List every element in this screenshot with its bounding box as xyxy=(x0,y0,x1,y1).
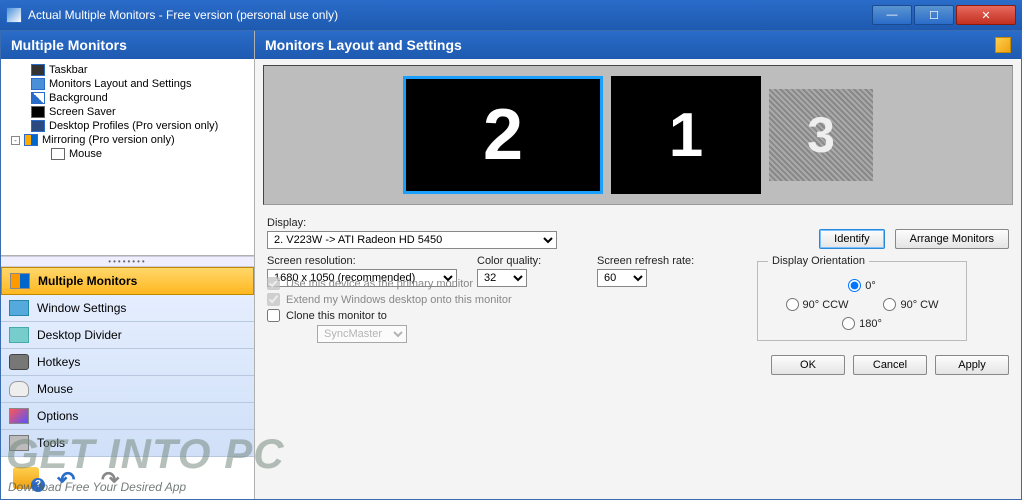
category-label: Hotkeys xyxy=(37,355,80,369)
tree-item-mouse[interactable]: Mouse xyxy=(5,147,250,161)
category-label: Options xyxy=(37,409,78,423)
tree-label: Mirroring (Pro version only) xyxy=(42,134,175,146)
orientation-180[interactable]: 180° xyxy=(842,317,882,330)
category-options[interactable]: Options xyxy=(1,403,254,430)
undo-icon[interactable]: ↶ xyxy=(57,467,83,489)
monitors-icon xyxy=(31,78,45,90)
category-label: Mouse xyxy=(37,382,73,396)
category-list: Multiple Monitors Window Settings Deskto… xyxy=(1,267,254,457)
close-button[interactable]: ✕ xyxy=(956,5,1016,25)
left-panel-header: Multiple Monitors xyxy=(1,31,254,59)
display-label: Display: xyxy=(267,217,567,229)
keyboard-icon xyxy=(9,354,29,370)
category-desktop-divider[interactable]: Desktop Divider xyxy=(1,322,254,349)
mouse-icon xyxy=(9,381,29,397)
category-tools[interactable]: Tools xyxy=(1,430,254,457)
settings-tree[interactable]: Taskbar Monitors Layout and Settings Bac… xyxy=(1,59,254,256)
extend-desktop-check: Extend my Windows desktop onto this moni… xyxy=(267,293,727,306)
apply-button[interactable]: Apply xyxy=(935,355,1009,375)
minimize-button[interactable]: — xyxy=(872,5,912,25)
orientation-180-radio[interactable] xyxy=(842,317,855,330)
tree-label: Monitors Layout and Settings xyxy=(49,78,191,90)
cancel-button[interactable]: Cancel xyxy=(853,355,927,375)
tree-label: Background xyxy=(49,92,108,104)
window-title: Actual Multiple Monitors - Free version … xyxy=(28,8,872,22)
clone-target-select: SyncMaster xyxy=(317,325,407,343)
divider-icon xyxy=(9,327,29,343)
desktop-icon xyxy=(31,120,45,132)
mouse-icon xyxy=(51,148,65,160)
orientation-legend: Display Orientation xyxy=(768,255,869,267)
tree-label: Screen Saver xyxy=(49,106,116,118)
orientation-0[interactable]: 0° xyxy=(848,279,876,292)
titlebar: Actual Multiple Monitors - Free version … xyxy=(0,0,1022,30)
monitor-1[interactable]: 1 xyxy=(611,76,761,194)
right-panel: Monitors Layout and Settings 2 1 3 Displ… xyxy=(255,31,1021,499)
tree-label: Desktop Profiles (Pro version only) xyxy=(49,120,218,132)
tree-item-background[interactable]: Background xyxy=(5,91,250,105)
category-mouse[interactable]: Mouse xyxy=(1,376,254,403)
monitor-2[interactable]: 2 xyxy=(403,76,603,194)
monitor-layout-canvas[interactable]: 2 1 3 xyxy=(263,65,1013,205)
ok-button[interactable]: OK xyxy=(771,355,845,375)
category-label: Tools xyxy=(37,436,65,450)
tree-item-mirroring[interactable]: - Mirroring (Pro version only) xyxy=(5,133,250,147)
arrange-monitors-button[interactable]: Arrange Monitors xyxy=(895,229,1009,249)
category-label: Multiple Monitors xyxy=(38,274,137,288)
color-quality-select[interactable]: 32 xyxy=(477,269,527,287)
clone-monitor-check[interactable]: Clone this monitor to xyxy=(267,309,727,322)
bottom-toolbar: ↶ ↷ xyxy=(1,457,254,499)
orientation-90cw[interactable]: 90° CW xyxy=(883,298,938,311)
category-hotkeys[interactable]: Hotkeys xyxy=(1,349,254,376)
resolution-label: Screen resolution: xyxy=(267,255,467,267)
options-icon xyxy=(9,408,29,424)
mirror-icon xyxy=(24,134,38,146)
window-icon xyxy=(9,300,29,316)
maximize-button[interactable]: ☐ xyxy=(914,5,954,25)
display-select[interactable]: 2. V223W -> ATI Radeon HD 5450 xyxy=(267,231,557,249)
tools-icon xyxy=(9,435,29,451)
redo-icon[interactable]: ↷ xyxy=(101,467,127,489)
tree-label: Taskbar xyxy=(49,64,88,76)
refresh-rate-select[interactable]: 60 xyxy=(597,269,647,287)
orientation-90cw-radio[interactable] xyxy=(883,298,896,311)
orientation-90ccw-radio[interactable] xyxy=(786,298,799,311)
help-icon[interactable] xyxy=(13,467,39,489)
tree-item-layout[interactable]: Monitors Layout and Settings xyxy=(5,77,250,91)
app-icon xyxy=(6,7,22,23)
clone-monitor-checkbox[interactable] xyxy=(267,309,280,322)
tree-item-taskbar[interactable]: Taskbar xyxy=(5,63,250,77)
header-action-icon[interactable] xyxy=(995,37,1011,53)
orientation-0-radio[interactable] xyxy=(848,279,861,292)
orientation-group: Display Orientation 0° 90° CCW 90° CW 18… xyxy=(757,255,967,341)
footer-buttons: OK Cancel Apply xyxy=(255,347,1021,383)
orientation-90ccw[interactable]: 90° CCW xyxy=(786,298,849,311)
extend-desktop-checkbox xyxy=(267,293,280,306)
taskbar-icon xyxy=(31,64,45,76)
screensaver-icon xyxy=(31,106,45,118)
settings-area: Display: 2. V223W -> ATI Radeon HD 5450 … xyxy=(255,211,1021,347)
identify-button[interactable]: Identify xyxy=(819,229,884,249)
category-multiple-monitors[interactable]: Multiple Monitors xyxy=(1,267,254,295)
collapse-icon[interactable]: - xyxy=(11,136,20,145)
tree-item-saver[interactable]: Screen Saver xyxy=(5,105,250,119)
refresh-label: Screen refresh rate: xyxy=(597,255,747,267)
background-icon xyxy=(31,92,45,104)
monitors-icon xyxy=(10,273,30,289)
tree-item-profiles[interactable]: Desktop Profiles (Pro version only) xyxy=(5,119,250,133)
splitter-handle[interactable]: •••••••• xyxy=(1,256,254,267)
monitor-3[interactable]: 3 xyxy=(769,89,873,181)
color-label: Color quality: xyxy=(477,255,587,267)
right-panel-header: Monitors Layout and Settings xyxy=(255,31,1021,59)
left-panel: Multiple Monitors Taskbar Monitors Layou… xyxy=(1,31,255,499)
primary-monitor-checkbox xyxy=(267,277,280,290)
category-label: Desktop Divider xyxy=(37,328,122,342)
category-label: Window Settings xyxy=(37,301,126,315)
category-window-settings[interactable]: Window Settings xyxy=(1,295,254,322)
right-header-title: Monitors Layout and Settings xyxy=(265,37,995,53)
window-controls: — ☐ ✕ xyxy=(872,5,1016,25)
tree-label: Mouse xyxy=(69,148,102,160)
